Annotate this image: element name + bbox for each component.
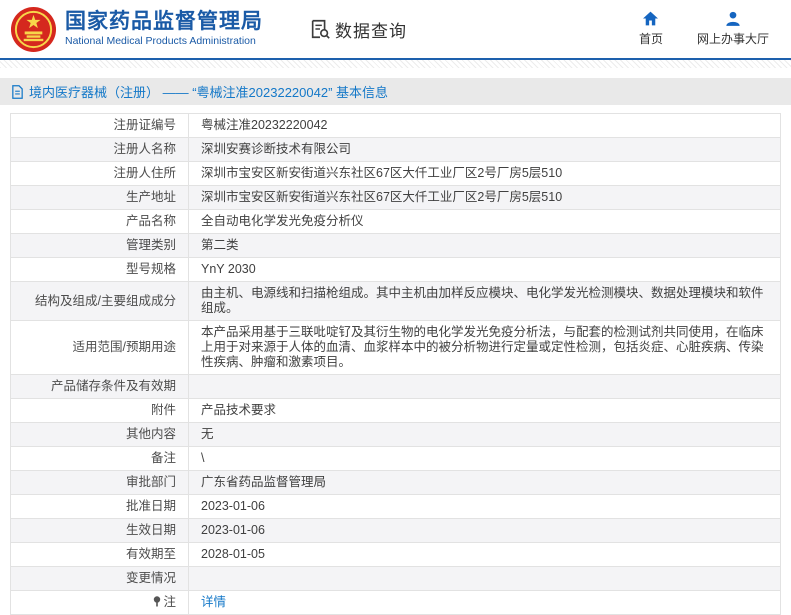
brand-title: 国家药品监督管理局 <box>65 10 263 34</box>
breadcrumb-text: 境内医疗器械（注册） —— “粤械注准20232220042” 基本信息 <box>29 85 389 100</box>
table-row: 有效期至 2028-01-05 <box>10 542 781 567</box>
hatch-divider <box>0 60 791 68</box>
table-row: 管理类别 第二类 <box>10 233 781 258</box>
detail-link[interactable]: 详情 <box>201 595 226 609</box>
row-label: 产品储存条件及有效期 <box>10 374 189 399</box>
table-row: 产品储存条件及有效期 <box>10 374 781 399</box>
row-value: 全自动电化学发光免疫分析仪 <box>188 209 781 234</box>
row-value: 粤械注准20232220042 <box>188 113 781 138</box>
table-row: 变更情况 <box>10 566 781 591</box>
table-row: 生效日期 2023-01-06 <box>10 518 781 543</box>
page-icon <box>12 84 23 99</box>
nav-service-hall[interactable]: 网上办事大厅 <box>697 11 769 47</box>
home-icon <box>643 11 659 26</box>
row-value: 2028-01-05 <box>188 542 781 567</box>
row-value: 广东省药品监督管理局 <box>188 470 781 495</box>
row-label: 批准日期 <box>10 494 189 519</box>
row-value: \ <box>188 446 781 471</box>
table-row: 型号规格 YnY 2030 <box>10 257 781 282</box>
top-nav: 首页 网上办事大厅 <box>639 11 777 47</box>
row-value: 无 <box>188 422 781 447</box>
row-value: 详情 <box>188 590 781 615</box>
row-label: 其他内容 <box>10 422 189 447</box>
detail-table: 注册证编号 粤械注准20232220042 注册人名称 深圳安赛诊断技术有限公司… <box>10 113 781 615</box>
table-row: 生产地址 深圳市宝安区新安街道兴东社区67区大仟工业厂区2号厂房5层510 <box>10 185 781 210</box>
page-header: 国家药品监督管理局 National Medical Products Admi… <box>0 0 791 60</box>
row-label: 生产地址 <box>10 185 189 210</box>
row-label: 注册证编号 <box>10 113 189 138</box>
row-value: 2023-01-06 <box>188 518 781 543</box>
row-label: 附件 <box>10 398 189 423</box>
table-row: 产品名称 全自动电化学发光免疫分析仪 <box>10 209 781 234</box>
nav-home-label: 首页 <box>638 32 663 46</box>
row-label: 审批部门 <box>10 470 189 495</box>
table-row: 附件 产品技术要求 <box>10 398 781 423</box>
row-value: YnY 2030 <box>188 257 781 282</box>
user-icon <box>726 11 740 26</box>
table-row: 注册人名称 深圳安赛诊断技术有限公司 <box>10 137 781 162</box>
detail-table-body: 注册证编号 粤械注准20232220042 注册人名称 深圳安赛诊断技术有限公司… <box>10 113 781 615</box>
row-label: 备注 <box>10 446 189 471</box>
row-label: 产品名称 <box>10 209 189 234</box>
row-label: 生效日期 <box>10 518 189 543</box>
row-value: 2023-01-06 <box>188 494 781 519</box>
row-label: 型号规格 <box>10 257 189 282</box>
brand-subtitle: National Medical Products Administration <box>65 35 256 48</box>
table-row: 适用范围/预期用途 本产品采用基于三联吡啶钌及其衍生物的电化学发光免疫分析法，与… <box>10 320 781 375</box>
nav-service-hall-label: 网上办事大厅 <box>696 32 769 46</box>
note-pin-icon <box>154 596 161 607</box>
row-label: 注册人名称 <box>10 137 189 162</box>
table-row: 批准日期 2023-01-06 <box>10 494 781 519</box>
row-value: 产品技术要求 <box>188 398 781 423</box>
row-value <box>188 566 781 591</box>
national-emblem-logo <box>10 6 57 52</box>
row-value: 由主机、电源线和扫描枪组成。其中主机由加样反应模块、电化学发光检测模块、数据处理… <box>188 281 781 321</box>
row-value <box>188 374 781 399</box>
row-label: 注 <box>10 590 189 615</box>
row-label: 结构及组成/主要组成成分 <box>10 281 189 321</box>
data-query-label: 数据查询 <box>335 21 407 41</box>
row-label: 适用范围/预期用途 <box>10 320 189 375</box>
row-value: 深圳市宝安区新安街道兴东社区67区大仟工业厂区2号厂房5层510 <box>188 161 781 186</box>
row-value: 本产品采用基于三联吡啶钌及其衍生物的电化学发光免疫分析法，与配套的检测试剂共同使… <box>188 320 781 375</box>
table-row: 备注 \ <box>10 446 781 471</box>
data-query-section: 数据查询 <box>309 17 407 42</box>
table-row: 注册证编号 粤械注准20232220042 <box>10 113 781 138</box>
row-label: 变更情况 <box>10 566 189 591</box>
brand-block: 国家药品监督管理局 National Medical Products Admi… <box>65 10 263 48</box>
table-row: 审批部门 广东省药品监督管理局 <box>10 470 781 495</box>
row-label: 管理类别 <box>10 233 189 258</box>
document-search-icon <box>311 19 330 39</box>
table-row: 注册人住所 深圳市宝安区新安街道兴东社区67区大仟工业厂区2号厂房5层510 <box>10 161 781 186</box>
row-label: 注册人住所 <box>10 161 189 186</box>
content-area: 注册证编号 粤械注准20232220042 注册人名称 深圳安赛诊断技术有限公司… <box>0 105 791 615</box>
table-row: 结构及组成/主要组成成分 由主机、电源线和扫描枪组成。其中主机由加样反应模块、电… <box>10 281 781 321</box>
row-value: 深圳市宝安区新安街道兴东社区67区大仟工业厂区2号厂房5层510 <box>188 185 781 210</box>
nav-home[interactable]: 首页 <box>639 11 663 47</box>
breadcrumb: 境内医疗器械（注册） —— “粤械注准20232220042” 基本信息 <box>0 78 791 105</box>
row-value: 第二类 <box>188 233 781 258</box>
table-row: 其他内容 无 <box>10 422 781 447</box>
table-row: 注 详情 <box>10 590 781 615</box>
row-value: 深圳安赛诊断技术有限公司 <box>188 137 781 162</box>
row-label: 有效期至 <box>10 542 189 567</box>
